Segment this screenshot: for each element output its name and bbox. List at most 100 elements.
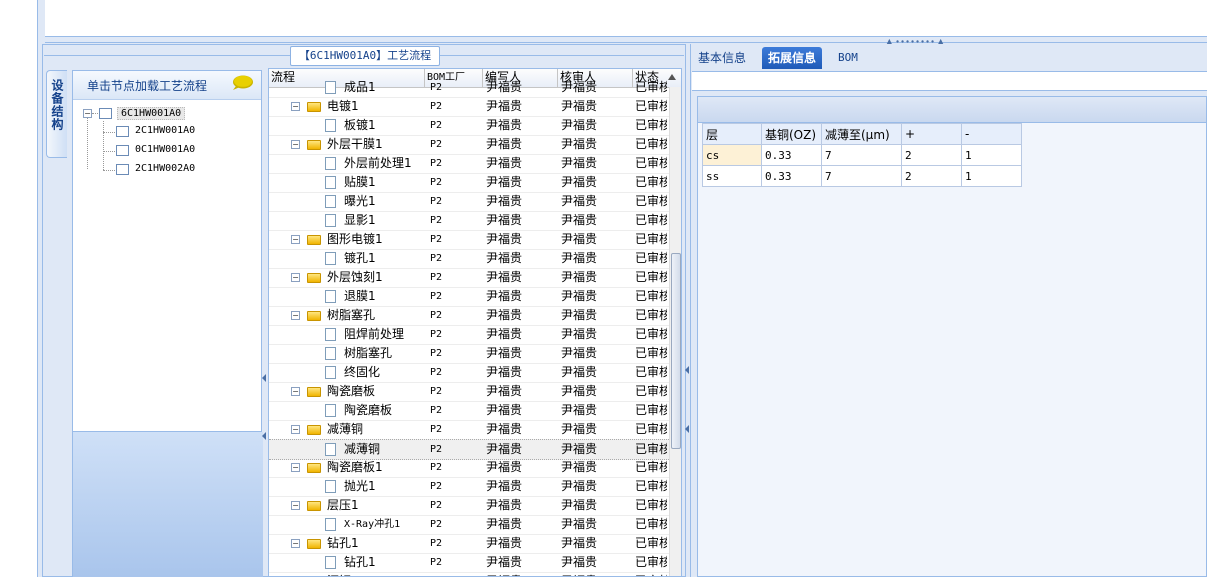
cell-status: 已审核: [635, 232, 667, 246]
collapse-toggle-icon[interactable]: −: [291, 311, 300, 320]
cell-bom-plant: P2: [430, 253, 443, 264]
col-header-minus[interactable]: -: [961, 123, 1022, 145]
table-row[interactable]: 减薄铜 P2 尹福贵 尹福贵 已审核: [269, 439, 669, 460]
cell-bom-plant: P2: [430, 424, 443, 435]
table-row[interactable]: − 钻孔1 P2 尹福贵 尹福贵 已审核: [269, 534, 669, 554]
cell-flow-name: 外层前处理1: [344, 156, 412, 170]
extended-info-header-bar: [698, 97, 1206, 123]
table-row[interactable]: 抛光1 P2 尹福贵 尹福贵 已审核: [269, 477, 669, 497]
collapse-left-arrow-icon[interactable]: [262, 374, 266, 382]
cell-thin-to[interactable]: 7: [821, 144, 902, 166]
cell-status: 已审核: [635, 270, 667, 284]
table-row[interactable]: −沉铜P2尹福贵尹福贵已审核: [269, 572, 669, 576]
cell-flow-name: 板镀1: [344, 118, 376, 132]
collapse-toggle-icon[interactable]: −: [291, 235, 300, 244]
table-row[interactable]: 贴膜1 P2 尹福贵 尹福贵 已审核: [269, 173, 669, 193]
table-row[interactable]: 显影1 P2 尹福贵 尹福贵 已审核: [269, 211, 669, 231]
table-row[interactable]: − 树脂塞孔 P2 尹福贵 尹福贵 已审核: [269, 306, 669, 326]
cell-status: 已审核: [635, 80, 667, 94]
grid-vertical-scrollbar[interactable]: [669, 87, 681, 576]
table-row[interactable]: ss 0.33 7 2 1: [702, 165, 1022, 187]
table-row[interactable]: 终固化 P2 尹福贵 尹福贵 已审核: [269, 363, 669, 383]
cell-plus[interactable]: 2: [901, 144, 962, 166]
table-row[interactable]: − 陶瓷磨板 P2 尹福贵 尹福贵 已审核: [269, 382, 669, 402]
table-row[interactable]: 外层前处理1 P2 尹福贵 尹福贵 已审核: [269, 154, 669, 174]
tab-extended-info[interactable]: 拓展信息: [762, 47, 823, 69]
cell-reviewer: 尹福贵: [561, 555, 598, 569]
cell-layer[interactable]: cs: [702, 144, 762, 166]
collapse-toggle-icon[interactable]: −: [291, 463, 300, 472]
tree-child-node[interactable]: 2C1HW001A0: [135, 125, 195, 136]
vtab-label: 设备结构: [50, 79, 64, 131]
cell-writer: 尹福贵: [486, 118, 523, 132]
tree-child-node[interactable]: 2C1HW002A0: [135, 163, 195, 174]
cell-writer: 尹福贵: [486, 365, 523, 379]
table-row[interactable]: 曝光1 P2 尹福贵 尹福贵 已审核: [269, 192, 669, 212]
cell-layer[interactable]: ss: [702, 165, 762, 187]
table-row[interactable]: − 减薄铜 P2 尹福贵 尹福贵 已审核: [269, 420, 669, 440]
tree-root-node[interactable]: 6C1HW001A0: [117, 107, 186, 120]
table-row[interactable]: cs 0.33 7 2 1: [702, 144, 1022, 166]
folder-icon: [307, 387, 321, 397]
table-row[interactable]: 钻孔1P2尹福贵尹福贵已审核: [269, 553, 669, 573]
cell-reviewer: 尹福贵: [561, 213, 598, 227]
tab-bom[interactable]: BOM: [832, 47, 864, 69]
scrollbar-thumb[interactable]: [671, 253, 681, 449]
col-header-plus[interactable]: +: [901, 123, 962, 145]
collapse-left-arrow-icon[interactable]: [262, 432, 266, 440]
sort-ascending-icon[interactable]: [668, 74, 676, 80]
collapse-toggle-icon[interactable]: −: [291, 425, 300, 434]
cell-writer: 尹福贵: [486, 442, 523, 456]
device-structure-tree-panel: 单击节点加载工艺流程 − 6C1HW001A0 2C1HW001A0 0C1HW…: [72, 70, 262, 432]
cell-reviewer: 尹福贵: [561, 536, 598, 550]
cell-minus[interactable]: 1: [961, 165, 1022, 187]
collapse-toggle-icon[interactable]: −: [291, 539, 300, 548]
collapse-toggle-icon[interactable]: −: [83, 109, 92, 118]
table-row[interactable]: 板镀1 P2 尹福贵 尹福贵 已审核: [269, 116, 669, 136]
table-row[interactable]: − 陶瓷磨板1 P2 尹福贵 尹福贵 已审核: [269, 458, 669, 478]
table-row[interactable]: 阻焊前处理 P2 尹福贵 尹福贵 已审核: [269, 325, 669, 345]
collapse-toggle-icon[interactable]: −: [291, 387, 300, 396]
collapse-toggle-icon[interactable]: −: [291, 501, 300, 510]
collapse-left-arrow-icon[interactable]: [685, 366, 689, 374]
table-row[interactable]: 陶瓷磨板 P2 尹福贵 尹福贵 已审核: [269, 401, 669, 421]
table-row[interactable]: − 外层干膜1 P2 尹福贵 尹福贵 已审核: [269, 135, 669, 155]
cell-bom-plant: P2: [430, 101, 443, 112]
cell-thin-to[interactable]: 7: [821, 165, 902, 187]
col-header-thin-to[interactable]: 减薄至(μm): [821, 123, 902, 145]
collapse-toggle-icon[interactable]: −: [291, 140, 300, 149]
cell-base-copper[interactable]: 0.33: [761, 144, 822, 166]
table-row[interactable]: 镀孔1 P2 尹福贵 尹福贵 已审核: [269, 249, 669, 269]
collapse-left-arrow-icon[interactable]: [685, 425, 689, 433]
cell-base-copper[interactable]: 0.33: [761, 165, 822, 187]
cell-reviewer: 尹福贵: [561, 346, 598, 360]
collapse-toggle-icon[interactable]: −: [291, 102, 300, 111]
table-header-row: 层 基铜(OZ) 减薄至(μm) + -: [702, 123, 1022, 145]
table-row[interactable]: − 图形电镀1 P2 尹福贵 尹福贵 已审核: [269, 230, 669, 250]
table-row[interactable]: − 电镀1 P2 尹福贵 尹福贵 已审核: [269, 97, 669, 117]
tree-child-node[interactable]: 0C1HW001A0: [135, 144, 195, 155]
table-row[interactable]: 树脂塞孔 P2 尹福贵 尹福贵 已审核: [269, 344, 669, 364]
cell-reviewer: 尹福贵: [561, 422, 598, 436]
tab-basic-info[interactable]: 基本信息: [692, 47, 752, 69]
table-row[interactable]: 退膜1 P2 尹福贵 尹福贵 已审核: [269, 287, 669, 307]
table-row[interactable]: − 层压1 P2 尹福贵 尹福贵 已审核: [269, 496, 669, 516]
cell-writer: 尹福贵: [486, 555, 523, 569]
col-header-base-copper[interactable]: 基铜(OZ): [761, 123, 822, 145]
col-header-layer[interactable]: 层: [702, 123, 762, 145]
cell-writer: 尹福贵: [486, 346, 523, 360]
table-row[interactable]: 成品1 P2 尹福贵 尹福贵 已审核: [269, 78, 669, 98]
cell-flow-name: 钻孔1: [327, 536, 359, 550]
table-row[interactable]: X-Ray冲孔1 P2 尹福贵 尹福贵 已审核: [269, 515, 669, 535]
collapse-toggle-icon[interactable]: −: [291, 273, 300, 282]
table-row[interactable]: − 外层蚀刻1 P2 尹福贵 尹福贵 已审核: [269, 268, 669, 288]
cell-writer: 尹福贵: [486, 403, 523, 417]
cell-flow-name: 陶瓷磨板1: [327, 460, 383, 474]
cell-minus[interactable]: 1: [961, 144, 1022, 166]
cell-bom-plant: P2: [430, 386, 443, 397]
vtab-device-structure[interactable]: 设备结构: [46, 70, 67, 158]
cell-status: 已审核: [635, 194, 667, 208]
cell-plus[interactable]: 2: [901, 165, 962, 187]
cell-writer: 尹福贵: [486, 479, 523, 493]
cell-writer: 尹福贵: [486, 460, 523, 474]
